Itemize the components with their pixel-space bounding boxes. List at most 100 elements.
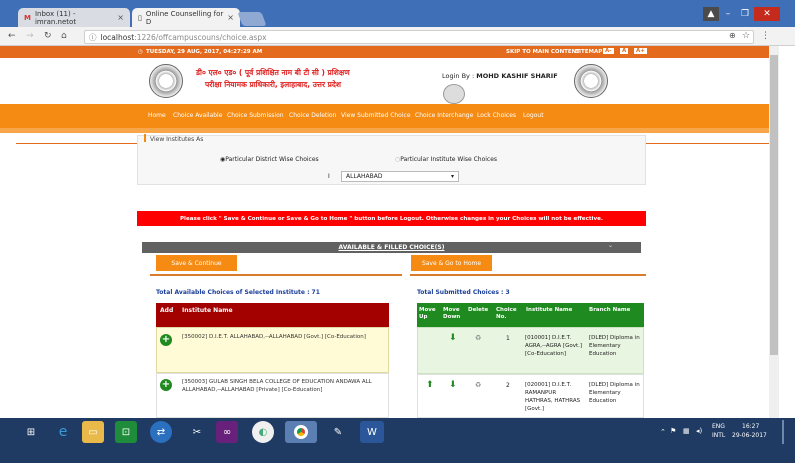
submitted-choices-table: Move Up Move Down Delete Choice No. Inst… bbox=[417, 303, 644, 418]
header-move-up: Move Up bbox=[419, 307, 436, 320]
sitemap-link[interactable]: SITEMAP bbox=[575, 49, 602, 55]
header-move-down: Move Down bbox=[443, 307, 461, 320]
save-go-home-label: Save & Go to Home bbox=[421, 259, 482, 267]
header-title-line2: परीक्षा नियामक प्राधिकारी, इलाहाबाद, उत्… bbox=[205, 80, 342, 89]
internet-explorer-icon[interactable]: e bbox=[50, 421, 76, 443]
login-label: Login By : bbox=[442, 72, 475, 80]
tools-icon[interactable]: ✂ bbox=[184, 421, 210, 443]
radio-district-label: Particular District Wise Choices bbox=[225, 156, 319, 163]
district-select[interactable]: ALLAHABAD ▾ bbox=[341, 171, 459, 182]
arrow-up-icon[interactable]: ⬆ bbox=[426, 380, 434, 390]
tab-inbox[interactable]: M Inbox (11) - imran.netot × bbox=[18, 8, 130, 27]
chevron-down-icon: ▾ bbox=[450, 173, 454, 180]
scrollbar-thumb[interactable] bbox=[770, 55, 778, 355]
save-continue-button[interactable]: Save & Continue bbox=[156, 255, 237, 271]
tray-chevron-icon[interactable]: ⌃ bbox=[660, 428, 666, 436]
tab-label: Online Counselling for D bbox=[145, 9, 224, 26]
radio-institute[interactable]: ○Particular Institute Wise Choices bbox=[395, 156, 497, 163]
legend-bar bbox=[144, 134, 146, 142]
login-user: MOHD KASHIF SHARIF bbox=[476, 72, 558, 80]
back-arrow-icon[interactable]: ← bbox=[8, 31, 16, 41]
menu-lock-choices[interactable]: Lock Choices bbox=[477, 112, 516, 119]
minimize-icon[interactable]: – bbox=[720, 7, 736, 21]
chrome-icon[interactable] bbox=[285, 421, 317, 443]
add-icon[interactable]: + bbox=[160, 334, 172, 346]
warning-banner: Please click " Save & Continue or Save &… bbox=[137, 211, 646, 226]
warning-text: Please click " Save & Continue or Save &… bbox=[179, 215, 604, 222]
menu-dots-icon[interactable]: ⋮ bbox=[761, 31, 770, 41]
delete-icon[interactable]: ♻ bbox=[475, 334, 481, 342]
sql-icon[interactable]: ◐ bbox=[252, 421, 274, 443]
maximize-icon[interactable]: ❐ bbox=[737, 7, 753, 21]
top-info-bar: ◷ TUESDAY, 29 AUG, 2017, 04:27:29 AM SKI… bbox=[0, 46, 769, 58]
file-explorer-icon[interactable]: ▭ bbox=[82, 421, 104, 443]
district-value: ALLAHABAD bbox=[346, 173, 383, 180]
new-tab-button[interactable] bbox=[237, 12, 267, 26]
section-title: AVAILABLE & FILLED CHOICE(S) bbox=[338, 244, 445, 251]
menu-choice-deletion[interactable]: Choice Deletion bbox=[289, 112, 336, 119]
zoom-icon[interactable]: ⊕ bbox=[729, 31, 736, 40]
menu-choice-available[interactable]: Choice Available bbox=[173, 112, 222, 119]
branch-name: [DLED] Diploma in Elementary Education bbox=[589, 335, 640, 357]
close-window-icon[interactable]: ✕ bbox=[754, 7, 780, 21]
menu-home[interactable]: Home bbox=[148, 112, 166, 119]
font-increase-button[interactable]: A+ bbox=[634, 48, 647, 54]
word-icon[interactable]: W bbox=[360, 421, 384, 443]
user-avatar bbox=[443, 84, 465, 104]
home-icon[interactable]: ⌂ bbox=[61, 31, 67, 41]
volume-icon[interactable]: ◂) bbox=[696, 427, 702, 435]
store-icon[interactable]: ⊡ bbox=[115, 421, 137, 443]
header-delete: Delete bbox=[468, 307, 489, 313]
forward-arrow-icon[interactable]: → bbox=[26, 31, 34, 41]
reload-icon[interactable]: ↻ bbox=[44, 31, 52, 41]
delete-icon[interactable]: ♻ bbox=[475, 381, 481, 389]
keyboard-layout[interactable]: INTL bbox=[712, 432, 725, 439]
user-icon[interactable]: ▲ bbox=[703, 7, 719, 21]
tab-label: Inbox (11) - imran.netot bbox=[34, 9, 77, 26]
clock-date[interactable]: 29-06-2017 bbox=[732, 432, 767, 439]
header-institute-name: Institute Name bbox=[182, 307, 233, 314]
page-icon: ▯ bbox=[138, 13, 142, 22]
font-normal-button[interactable]: A bbox=[620, 48, 629, 54]
skip-to-main-link[interactable]: SKIP TO MAIN CONTENT bbox=[506, 49, 580, 55]
network-icon[interactable]: ▦ bbox=[683, 427, 690, 435]
menu-choice-submission[interactable]: Choice Submission bbox=[227, 112, 284, 119]
datetime-text: TUESDAY, 29 AUG, 2017, 04:27:29 AM bbox=[146, 49, 263, 55]
menu-view-submitted-choice[interactable]: View Submitted Choice bbox=[341, 112, 411, 119]
choice-no: 2 bbox=[506, 382, 510, 389]
header-choice-no: Choice No. bbox=[496, 307, 517, 320]
header-institute-name: Institute Name bbox=[526, 307, 573, 313]
address-bar[interactable]: ⓘ localhost:1226/offcampuscouns/choice.a… bbox=[84, 30, 754, 44]
header-title-line1: डी० एल० एड० ( पूर्व प्रशिक्षित नाम बी टी… bbox=[196, 68, 350, 77]
url-host: localhost bbox=[100, 32, 135, 42]
pen-icon[interactable]: ✎ bbox=[325, 421, 351, 443]
section-header[interactable]: AVAILABLE & FILLED CHOICE(S) ⌄ bbox=[142, 242, 641, 253]
close-icon[interactable]: × bbox=[227, 13, 234, 22]
gmail-icon: M bbox=[24, 13, 31, 22]
arrow-down-icon[interactable]: ⬇ bbox=[449, 380, 457, 390]
institute-name: [010001] D.I.E.T. AGRA,--AGRA [Govt.] [C… bbox=[525, 335, 583, 357]
available-caption: Total Available Choices of Selected Inst… bbox=[156, 289, 320, 296]
flag-icon[interactable]: ⚑ bbox=[670, 427, 676, 435]
login-info: Login By : MOHD KASHIF SHARIF bbox=[442, 72, 558, 80]
radio-district[interactable]: ◉Particular District Wise Choices bbox=[220, 156, 319, 163]
arrow-down-icon[interactable]: ⬇ bbox=[449, 333, 457, 343]
teamviewer-icon[interactable]: ⇄ bbox=[150, 421, 172, 443]
bookmark-star-icon[interactable]: ☆ bbox=[742, 31, 750, 41]
close-icon[interactable]: × bbox=[117, 13, 124, 22]
selection-panel: View Institutes As ◉Particular District … bbox=[137, 134, 646, 185]
save-go-home-button[interactable]: Save & Go to Home bbox=[411, 255, 492, 271]
show-desktop-button[interactable] bbox=[782, 420, 784, 444]
menu-choice-interchange[interactable]: Choice Interchange bbox=[415, 112, 473, 119]
font-decrease-button[interactable]: A- bbox=[603, 48, 614, 54]
tab-online-counselling[interactable]: ▯ Online Counselling for D × bbox=[132, 8, 240, 27]
windows-start-icon[interactable]: ⊞ bbox=[18, 421, 44, 443]
menu-logout[interactable]: Logout bbox=[523, 112, 544, 119]
info-icon: ⓘ bbox=[89, 32, 97, 42]
language-indicator[interactable]: ENG bbox=[712, 423, 725, 430]
add-icon[interactable]: + bbox=[160, 379, 172, 391]
header-add: Add bbox=[160, 307, 174, 314]
visual-studio-icon[interactable]: ∞ bbox=[216, 421, 238, 443]
branch-name: [DLED] Diploma in Elementary Education bbox=[589, 382, 640, 404]
clock-time[interactable]: 16:27 bbox=[742, 423, 759, 430]
